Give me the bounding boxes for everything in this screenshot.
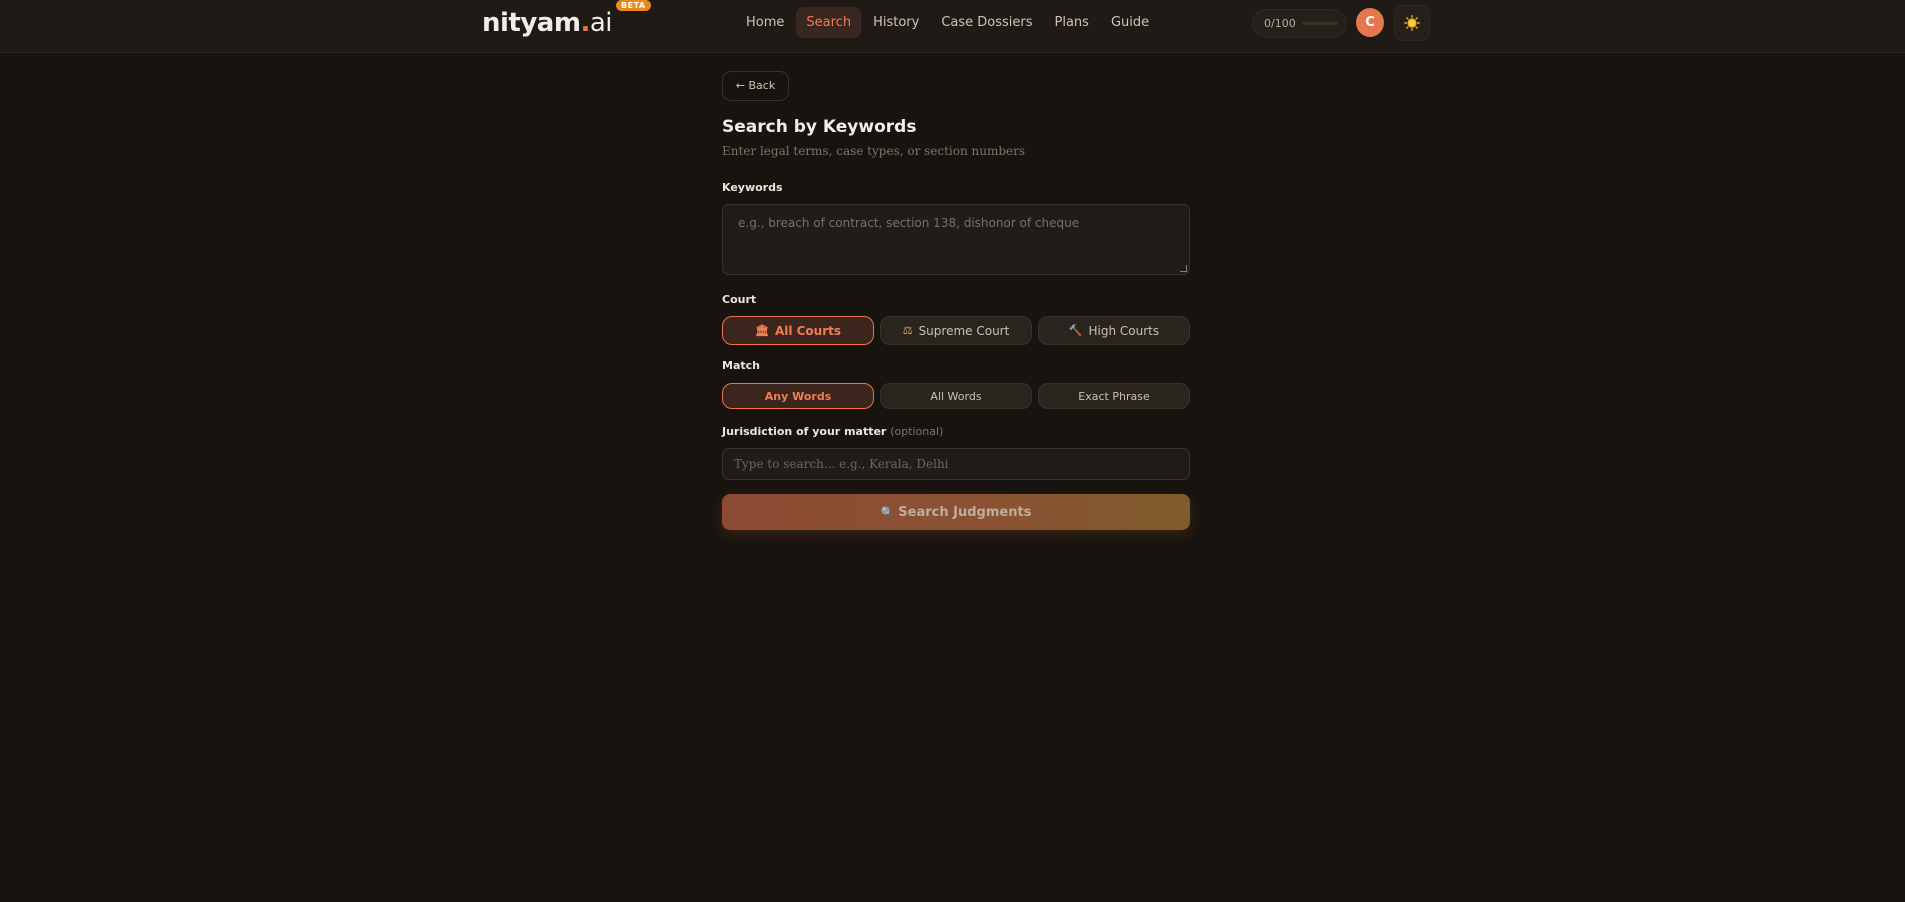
sun-icon <box>1404 15 1420 31</box>
top-bar: nityam. ai BETA Home Search History Case … <box>0 0 1905 53</box>
jurisdiction-input[interactable]: Type to search... e.g., Kerala, Delhi <box>722 448 1190 480</box>
court-option-supreme-court[interactable]: ⚖ Supreme Court <box>880 316 1032 345</box>
resize-handle[interactable] <box>1180 265 1187 272</box>
search-judgments-button[interactable]: 🔍 Search Judgments <box>722 494 1190 530</box>
keywords-label: Keywords <box>722 181 783 194</box>
back-button[interactable]: ← Back <box>722 71 789 101</box>
logo-dot: . <box>580 8 590 38</box>
avatar[interactable]: C <box>1356 8 1384 37</box>
usage-meter[interactable]: 0/100 <box>1252 9 1347 38</box>
court-option-high-courts[interactable]: 🔨 High Courts <box>1038 316 1190 345</box>
main-nav: Home Search History Case Dossiers Plans … <box>736 7 1159 38</box>
logo-main: nityam <box>482 8 581 38</box>
court-label: Court <box>722 293 757 306</box>
beta-badge: BETA <box>616 0 651 11</box>
match-option-exact-phrase[interactable]: Exact Phrase <box>1038 383 1190 409</box>
match-selector: Any Words All Words Exact Phrase <box>722 383 1190 409</box>
scales-icon: ⚖ <box>902 324 913 337</box>
nav-plans[interactable]: Plans <box>1045 7 1099 38</box>
match-label: Match <box>722 359 760 372</box>
court-selector: 🏛 All Courts ⚖ Supreme Court 🔨 High Cour… <box>722 316 1190 345</box>
nav-search[interactable]: Search <box>796 7 862 38</box>
jurisdiction-label: Jurisdiction of your matter (optional) <box>722 425 943 438</box>
theme-toggle-button[interactable] <box>1394 5 1430 41</box>
nav-guide[interactable]: Guide <box>1101 7 1159 38</box>
match-option-all-words[interactable]: All Words <box>880 383 1032 409</box>
jurisdiction-label-text: Jurisdiction of your matter <box>722 425 887 438</box>
nav-home[interactable]: Home <box>736 7 794 38</box>
usage-bar <box>1301 22 1338 25</box>
page-title: Search by Keywords <box>722 117 917 137</box>
keywords-placeholder: e.g., breach of contract, section 138, d… <box>738 216 1080 230</box>
logo-ai: ai <box>589 8 613 38</box>
gavel-icon: 🔨 <box>1068 324 1083 337</box>
search-icon: 🔍 <box>880 505 895 519</box>
bank-icon: 🏛 <box>754 324 769 337</box>
jurisdiction-placeholder: Type to search... e.g., Kerala, Delhi <box>734 457 949 471</box>
court-option-label: All Courts <box>774 323 842 338</box>
usage-count: 0/100 <box>1264 17 1296 30</box>
page-subtitle: Enter legal terms, case types, or sectio… <box>722 144 1026 158</box>
court-option-all-courts[interactable]: 🏛 All Courts <box>722 316 874 345</box>
keywords-textarea[interactable]: e.g., breach of contract, section 138, d… <box>722 204 1190 275</box>
court-option-label: High Courts <box>1088 323 1160 338</box>
nav-case-dossiers[interactable]: Case Dossiers <box>931 7 1042 38</box>
logo[interactable]: nityam. ai <box>482 8 612 38</box>
search-button-label: Search Judgments <box>898 504 1032 520</box>
nav-history[interactable]: History <box>863 7 929 38</box>
court-option-label: Supreme Court <box>918 323 1010 338</box>
match-option-any-words[interactable]: Any Words <box>722 383 874 409</box>
jurisdiction-optional: (optional) <box>890 425 944 438</box>
